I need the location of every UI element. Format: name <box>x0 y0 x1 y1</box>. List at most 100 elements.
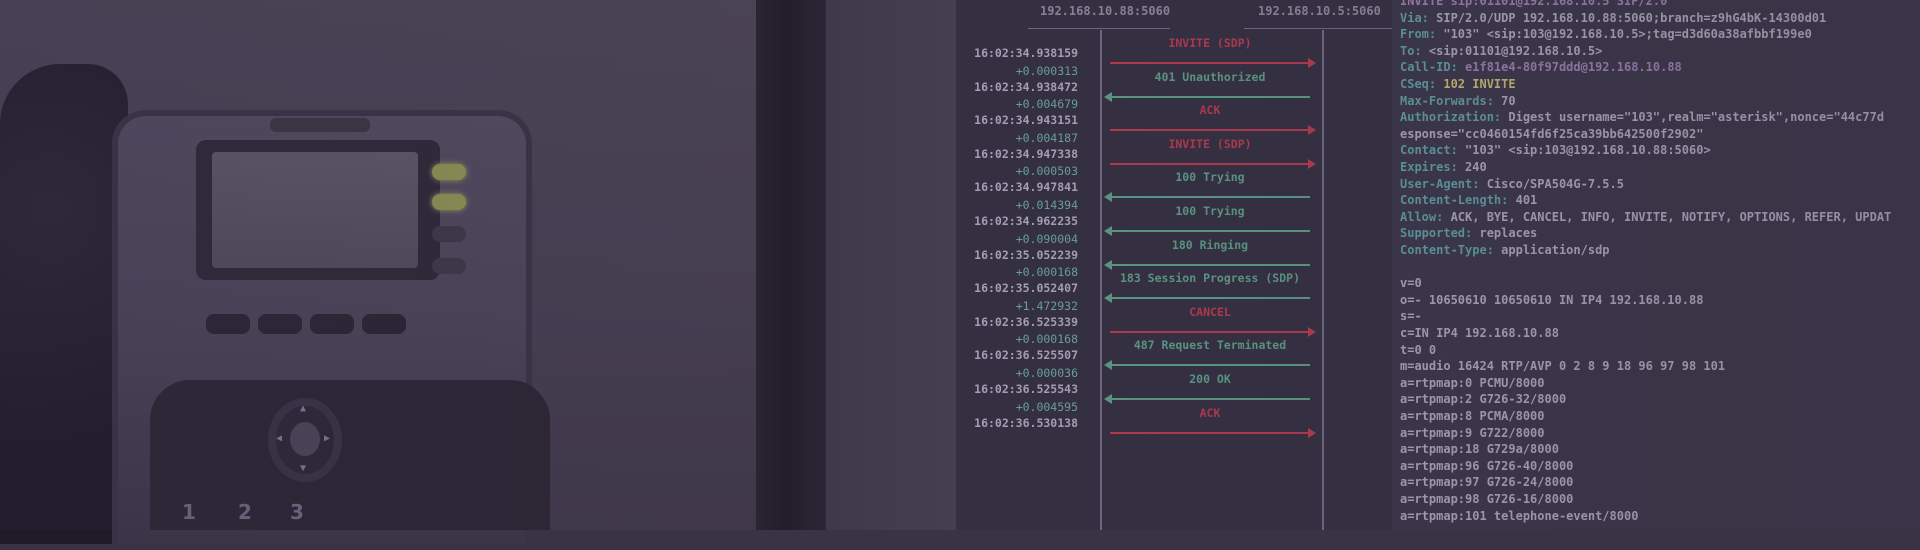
arrow-right-icon <box>1110 125 1316 136</box>
ladder-timestamp: 16:02:34.947338 <box>974 146 1078 161</box>
ladder-host-right: 192.168.10.5:5060 <box>1258 4 1381 18</box>
sip-header-line: Supported: replaces <box>1400 226 1537 240</box>
ladder-message-label[interactable]: CANCEL <box>1110 305 1310 319</box>
sip-header-line: To: <sip:01101@192.168.10.5> <box>1400 44 1602 58</box>
soft-key-3 <box>310 314 354 334</box>
phone-handset <box>0 64 128 544</box>
sip-header-key: Supported: <box>1400 226 1480 241</box>
sip-header-value: a=rtpmap:8 PCMA/8000 <box>1400 409 1545 423</box>
sip-header-key: Content-Length: <box>1400 193 1516 208</box>
sip-header-value: m=audio 16424 RTP/AVP 0 2 8 9 18 96 97 9… <box>1400 359 1726 374</box>
sip-header-value: o=- 10650610 10650610 IN IP4 192.168.10.… <box>1400 292 1704 307</box>
soft-key-1 <box>206 314 250 334</box>
sip-header-value: 401 <box>1515 193 1538 208</box>
ladder-timestamp: 16:02:34.962235 <box>974 214 1078 228</box>
ladder-delta: +0.004595 <box>1015 399 1078 414</box>
host-left-underline <box>1028 28 1170 29</box>
sip-header-line: m=audio 16424 RTP/AVP 0 2 8 9 18 96 97 9… <box>1400 359 1725 373</box>
sip-header-line: a=rtpmap:0 PCMU/8000 <box>1400 376 1545 390</box>
nav-left-icon: ◀ <box>276 433 283 444</box>
sip-header-value: INVITE sip:01101@192.168.10.5 SIP/2.0 <box>1400 0 1668 8</box>
ladder-message-label[interactable]: ACK <box>1110 103 1310 117</box>
ladder-timestamp: 16:02:35.052407 <box>974 281 1078 296</box>
line-key-3 <box>432 226 466 242</box>
ladder-timestamp: 16:02:36.525339 <box>974 314 1078 329</box>
host-right-underline <box>1244 28 1392 29</box>
sip-header-key: Call-ID: <box>1400 60 1466 75</box>
ladder-delta: +0.004679 <box>1015 97 1078 112</box>
sip-header-value: a=rtpmap:98 G726-16/8000 <box>1400 492 1574 506</box>
sip-header-value: v=0 <box>1400 276 1422 291</box>
sip-header-value: a=rtpmap:96 G726-40/8000 <box>1400 458 1574 473</box>
ladder-message-label[interactable]: 401 Unauthorized <box>1110 70 1310 84</box>
sip-header-value: a=rtpmap:101 telephone-event/8000 <box>1400 508 1639 523</box>
arrow-right-icon <box>1110 427 1316 438</box>
sip-header-value: a=rtpmap:18 G729a/8000 <box>1400 442 1559 457</box>
sip-header-value: esponse="cc0460154fd6f25ca39bb642500f290… <box>1400 126 1704 141</box>
ladder-timestamp: 16:02:36.525507 <box>974 348 1078 363</box>
sip-header-value: t=0 0 <box>1400 342 1437 357</box>
sip-header-value: e1f81e4-80f97ddd@192.168.10.88 <box>1465 60 1682 75</box>
sip-header-value: 102 INVITE <box>1443 77 1516 91</box>
ladder-message-label[interactable]: 487 Request Terminated <box>1110 338 1310 352</box>
arrow-left-icon <box>1104 360 1310 371</box>
ladder-delta: +0.000313 <box>1015 63 1078 78</box>
sip-header-key: To: <box>1400 43 1429 58</box>
arrow-left-icon <box>1104 259 1310 270</box>
keypad-key-2: 2 <box>238 500 252 524</box>
sip-header-value: 70 <box>1501 93 1516 108</box>
keypad-key-1: 1 <box>182 500 196 524</box>
sip-header-value: SIP/2.0/UDP 192.168.10.88:5060;branch=z9… <box>1436 10 1827 25</box>
arrow-right-icon <box>1110 326 1316 337</box>
soft-key-2 <box>258 314 302 334</box>
ladder-timestamp: 16:02:35.052239 <box>974 247 1078 262</box>
ladder-message-label[interactable]: INVITE (SDP) <box>1110 137 1310 151</box>
sip-header-key: From: <box>1400 27 1444 42</box>
sip-header-line: a=rtpmap:98 G726-16/8000 <box>1400 492 1573 506</box>
sip-header-value: "103" <sip:103@192.168.10.5>;tag=d3d60a3… <box>1443 27 1812 42</box>
ladder-delta: +0.090004 <box>1015 231 1078 246</box>
sip-header-line: a=rtpmap:101 telephone-event/8000 <box>1400 509 1638 523</box>
ladder-delta: +0.014394 <box>1015 198 1078 212</box>
ladder-message-label[interactable]: 200 OK <box>1110 372 1310 386</box>
sip-header-line: a=rtpmap:9 G722/8000 <box>1400 426 1545 440</box>
sip-header-line: s=- <box>1400 309 1422 323</box>
sip-header-line: From: "103" <sip:103@192.168.10.5>;tag=d… <box>1400 27 1812 41</box>
sip-header-value: "103" <sip:103@192.168.10.88:5060> <box>1465 143 1711 158</box>
sip-header-line: a=rtpmap:96 G726-40/8000 <box>1400 459 1573 473</box>
ladder-delta: +0.000168 <box>1015 265 1078 280</box>
sip-header-line: INVITE sip:01101@192.168.10.5 SIP/2.0 <box>1400 0 1667 8</box>
arrow-left-icon <box>1104 226 1310 236</box>
sip-header-value: s=- <box>1400 309 1422 324</box>
ladder-message-label[interactable]: 183 Session Progress (SDP) <box>1110 271 1310 285</box>
sip-header-line: v=0 <box>1400 276 1422 290</box>
soft-key-4 <box>362 314 406 334</box>
ladder-message-label[interactable]: 180 Ringing <box>1110 238 1310 252</box>
sip-header-line: Max-Forwards: 70 <box>1400 94 1516 108</box>
sip-header-line: o=- 10650610 10650610 IN IP4 192.168.10.… <box>1400 293 1703 307</box>
line-key-2 <box>432 194 466 210</box>
sip-header-line: a=rtpmap:18 G729a/8000 <box>1400 442 1559 456</box>
ladder-message-label[interactable]: 100 Trying <box>1110 170 1310 184</box>
sip-header-line: Allow: ACK, BYE, CANCEL, INFO, INVITE, N… <box>1400 210 1891 224</box>
sip-header-key: Contact: <box>1400 143 1466 158</box>
ladder-delta: +0.000168 <box>1015 332 1078 347</box>
sip-header-value: Digest username="103",realm="asterisk",n… <box>1508 110 1885 125</box>
arrow-right-icon <box>1110 158 1316 169</box>
ladder-message-label[interactable]: ACK <box>1110 406 1310 420</box>
keypad-key-3: 3 <box>290 500 304 524</box>
monitor-bezel <box>756 0 826 530</box>
line-key-4 <box>432 258 466 274</box>
ladder-timestamp: 16:02:36.525543 <box>974 382 1078 396</box>
sip-header-key: Max-Forwards: <box>1400 93 1502 108</box>
ladder-timestamp: 16:02:34.938472 <box>974 79 1078 94</box>
ladder-message-label[interactable]: INVITE (SDP) <box>1110 36 1310 50</box>
ladder-message-label[interactable]: 100 Trying <box>1110 204 1310 218</box>
arrow-left-icon <box>1104 192 1310 203</box>
sip-header-key: Content-Type: <box>1400 243 1502 257</box>
sip-header-line: c=IN IP4 192.168.10.88 <box>1400 326 1559 340</box>
sip-header-line: esponse="cc0460154fd6f25ca39bb642500f290… <box>1400 127 1703 141</box>
sip-header-line: a=rtpmap:97 G726-24/8000 <box>1400 475 1573 489</box>
sip-header-key: Authorization: <box>1400 110 1509 125</box>
sip-header-value: a=rtpmap:9 G722/8000 <box>1400 425 1545 440</box>
